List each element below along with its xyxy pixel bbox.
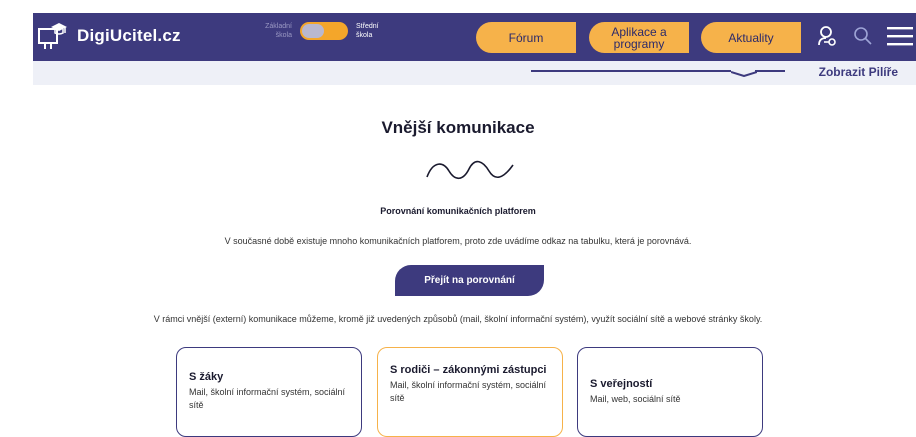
nav-aplikace[interactable]: Aplikace a programy [589,22,689,53]
divider-line [531,70,731,72]
card-title: S žáky [189,371,224,383]
switch-label-stredni[interactable]: Střední škola [356,22,396,40]
user-icon[interactable] [817,25,839,52]
school-toggle[interactable] [300,22,348,40]
logo-icon [37,21,69,51]
intro-text: V současné době existuje mnoho komunikač… [224,236,692,246]
card-description: Mail, web, sociální sítě [590,394,681,404]
logo[interactable]: DigiUcitel.cz [37,21,181,51]
top-navigation-bar: DigiUcitel.cz Základní škola Střední ško… [33,13,916,61]
wave-icon [425,159,517,186]
toggle-knob [302,24,324,38]
description-text: V rámci vnější (externí) komunikace může… [153,314,763,324]
pillars-bar: Zobrazit Pilíře [33,61,916,85]
card-title: S veřejností [590,378,653,390]
card-title: S rodiči – zákonnými zástupci [390,364,547,376]
card-students[interactable]: S žáky Mail, školní informační systém, s… [176,347,362,437]
section-subtitle: Porovnání komunikačních platforem [380,206,536,216]
search-icon[interactable] [853,26,873,51]
logo-text: DigiUcitel.cz [77,26,181,45]
divider-line-right [755,70,785,72]
card-description: Mail, školní informační systém, sociální… [189,387,346,410]
school-type-switch[interactable]: Základní škola Střední škola [258,22,396,40]
menu-icon[interactable] [887,26,913,51]
card-parents[interactable]: S rodiči – zákonnými zástupci Mail, škol… [377,347,563,437]
header-icons [817,25,916,52]
show-pillars-link[interactable]: Zobrazit Pilíře [819,65,898,79]
comparison-button[interactable]: Přejít na porovnání [395,265,544,296]
card-public[interactable]: S veřejností Mail, web, sociální sítě [577,347,763,437]
switch-label-zakladni[interactable]: Základní škola [258,22,292,40]
nav-forum[interactable]: Fórum [476,22,576,53]
card-description: Mail, školní informační systém, sociální… [390,380,547,403]
page-title: Vnější komunikace [381,118,535,137]
nav-aktuality[interactable]: Aktuality [701,22,801,53]
chevron-down-icon[interactable] [730,64,758,82]
